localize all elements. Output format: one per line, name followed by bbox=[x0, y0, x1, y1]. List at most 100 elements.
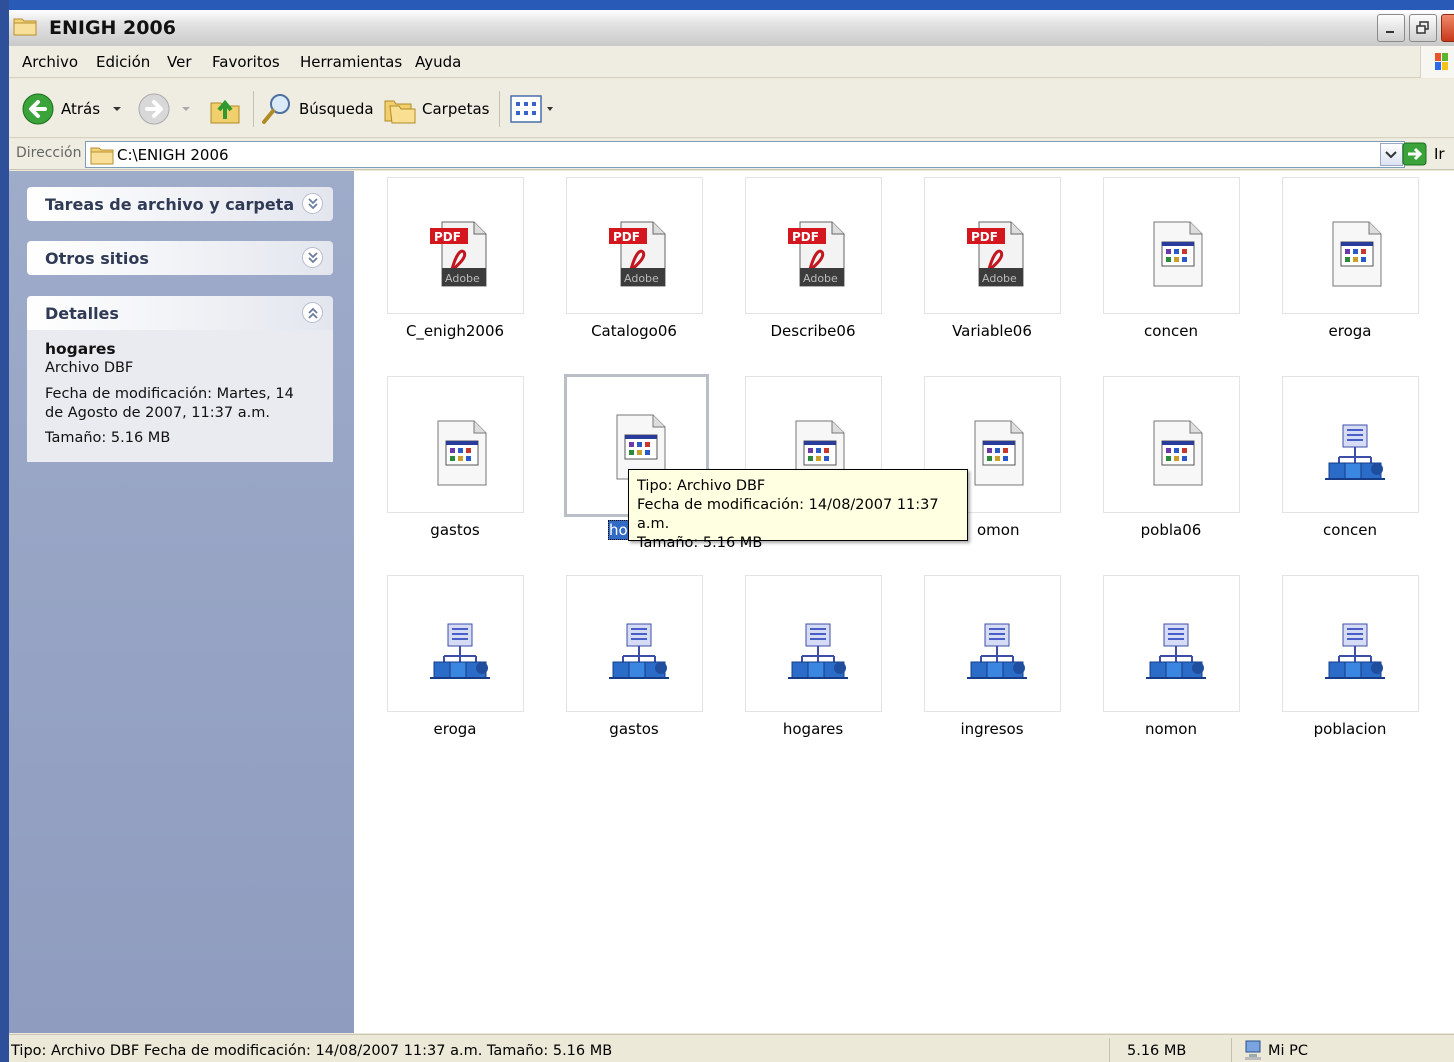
file-tile[interactable]: PDF Adobe Variable06 bbox=[922, 171, 1062, 341]
file-thumbnail-frame: PDF Adobe bbox=[924, 177, 1061, 314]
status-location: Mi PC bbox=[1268, 1043, 1309, 1059]
search-magnifier-icon bbox=[262, 94, 290, 124]
file-name-text: eroga bbox=[1328, 322, 1372, 340]
file-name-text: poblacion bbox=[1313, 720, 1387, 738]
file-tile[interactable]: poblacion bbox=[1280, 569, 1420, 739]
menu-ver[interactable]: Ver bbox=[167, 53, 192, 71]
file-name-text: Catalogo06 bbox=[591, 322, 677, 340]
folders-button[interactable]: Carpetas bbox=[383, 91, 489, 127]
file-name: eroga bbox=[375, 720, 535, 738]
file-name-text: Describe06 bbox=[770, 322, 856, 340]
expand-icon[interactable] bbox=[302, 193, 323, 214]
address-dropdown-button[interactable] bbox=[1380, 143, 1403, 166]
go-arrow-icon bbox=[1402, 142, 1427, 166]
panel-details-header[interactable]: Detalles bbox=[27, 296, 333, 330]
search-label: Búsqueda bbox=[299, 100, 374, 118]
file-name-text: nomon bbox=[1145, 720, 1197, 738]
file-thumbnail-frame bbox=[1103, 376, 1240, 513]
file-name-text: Variable06 bbox=[952, 322, 1032, 340]
search-button[interactable]: Búsqueda bbox=[259, 91, 374, 127]
file-tile[interactable]: concen bbox=[1280, 370, 1420, 540]
details-size: Tamaño: 5.16 MB bbox=[45, 430, 171, 446]
address-field[interactable]: C:\ENIGH 2006 bbox=[85, 141, 1405, 168]
details-modified: Fecha de modificación: Martes, 14 de Ago… bbox=[45, 386, 294, 421]
back-button[interactable]: Atrás bbox=[21, 91, 124, 127]
menu-edicion[interactable]: Edición bbox=[96, 53, 150, 71]
file-name: nomon bbox=[1091, 720, 1251, 738]
menu-herramientas[interactable]: Herramientas bbox=[300, 53, 402, 71]
network-dataset-icon bbox=[1319, 616, 1391, 688]
panel-other-places: Otros sitios bbox=[27, 241, 333, 275]
back-label: Atrás bbox=[61, 100, 101, 118]
file-name-text: omon bbox=[977, 521, 1020, 539]
file-tile[interactable]: ingresos bbox=[922, 569, 1062, 739]
chevron-down-icon bbox=[547, 107, 553, 111]
file-thumbnail-frame bbox=[387, 575, 524, 712]
file-name-text: ingresos bbox=[960, 720, 1024, 738]
file-thumbnail-frame bbox=[924, 575, 1061, 712]
details-body: hogares Archivo DBF Fecha de modificació… bbox=[27, 330, 333, 462]
dbf-file-icon bbox=[1140, 218, 1212, 290]
file-tile[interactable]: pobla06 bbox=[1101, 370, 1241, 540]
file-tile[interactable]: concen bbox=[1101, 171, 1241, 341]
menu-favoritos[interactable]: Favoritos bbox=[212, 53, 280, 71]
file-tile[interactable]: PDF Adobe Catalogo06 bbox=[564, 171, 704, 341]
panel-title: Detalles bbox=[45, 304, 119, 323]
svg-text:Adobe: Adobe bbox=[803, 272, 838, 285]
up-folder-button[interactable] bbox=[209, 91, 241, 127]
menu-ayuda[interactable]: Ayuda bbox=[415, 53, 461, 71]
dbf-file-icon bbox=[424, 417, 496, 489]
menu-bar: Archivo Edición Ver Favoritos Herramient… bbox=[9, 46, 1454, 78]
address-bar: Dirección C:\ENIGH 2006 Ir bbox=[9, 139, 1454, 170]
forward-arrow-icon bbox=[138, 93, 170, 125]
file-name-text: pobla06 bbox=[1140, 521, 1202, 539]
file-name: Variable06 bbox=[912, 322, 1072, 340]
go-button[interactable]: Ir bbox=[1402, 141, 1454, 167]
my-computer-icon bbox=[1245, 1040, 1261, 1060]
minimize-button[interactable] bbox=[1377, 14, 1405, 42]
address-value: C:\ENIGH 2006 bbox=[117, 146, 229, 164]
forward-button[interactable] bbox=[137, 91, 193, 127]
file-tile[interactable]: PDF Adobe C_enigh2006 bbox=[385, 171, 525, 341]
file-tile[interactable]: eroga bbox=[385, 569, 525, 739]
close-button[interactable] bbox=[1441, 14, 1454, 42]
file-tile[interactable]: gastos bbox=[564, 569, 704, 739]
file-thumbnail-frame bbox=[1282, 575, 1419, 712]
file-name: hogares bbox=[733, 720, 893, 738]
details-type: Archivo DBF bbox=[45, 360, 134, 376]
window-title: ENIGH 2006 bbox=[49, 17, 176, 39]
views-button[interactable] bbox=[509, 91, 555, 127]
svg-text:Adobe: Adobe bbox=[445, 272, 480, 285]
file-thumbnail-frame bbox=[387, 376, 524, 513]
network-dataset-icon bbox=[424, 616, 496, 688]
file-list-view[interactable]: PDF Adobe C_enigh2006 PDF Adobe Catalogo06 PDF… bbox=[354, 171, 1454, 1033]
file-tile[interactable]: PDF Adobe Describe06 bbox=[743, 171, 883, 341]
menu-archivo[interactable]: Archivo bbox=[22, 53, 78, 71]
file-tile[interactable]: eroga bbox=[1280, 171, 1420, 341]
file-thumbnail-frame bbox=[745, 575, 882, 712]
file-name-text: hogares bbox=[782, 720, 844, 738]
collapse-icon[interactable] bbox=[302, 302, 323, 323]
file-tile[interactable]: nomon bbox=[1101, 569, 1241, 739]
details-name: hogares bbox=[45, 340, 116, 358]
svg-text:PDF: PDF bbox=[792, 230, 819, 244]
restore-button[interactable] bbox=[1409, 14, 1437, 42]
panel-other-places-header[interactable]: Otros sitios bbox=[27, 241, 333, 275]
file-name: C_enigh2006 bbox=[375, 322, 535, 340]
file-thumbnail-frame bbox=[1103, 575, 1240, 712]
windows-logo-icon bbox=[1420, 46, 1454, 78]
folder-icon bbox=[90, 147, 114, 165]
expand-icon[interactable] bbox=[302, 247, 323, 268]
panel-file-tasks-header[interactable]: Tareas de archivo y carpeta bbox=[27, 187, 333, 221]
dbf-file-icon bbox=[1319, 218, 1391, 290]
pdf-file-icon: PDF Adobe bbox=[961, 218, 1033, 290]
pdf-file-icon: PDF Adobe bbox=[603, 218, 675, 290]
file-tile[interactable]: hogares bbox=[743, 569, 883, 739]
network-dataset-icon bbox=[603, 616, 675, 688]
folder-icon bbox=[13, 18, 37, 36]
file-name-text: C_enigh2006 bbox=[405, 322, 505, 340]
title-bar[interactable]: ENIGH 2006 bbox=[9, 0, 1454, 46]
file-tile[interactable]: gastos bbox=[385, 370, 525, 540]
pdf-file-icon: PDF Adobe bbox=[424, 218, 496, 290]
network-dataset-icon bbox=[961, 616, 1033, 688]
